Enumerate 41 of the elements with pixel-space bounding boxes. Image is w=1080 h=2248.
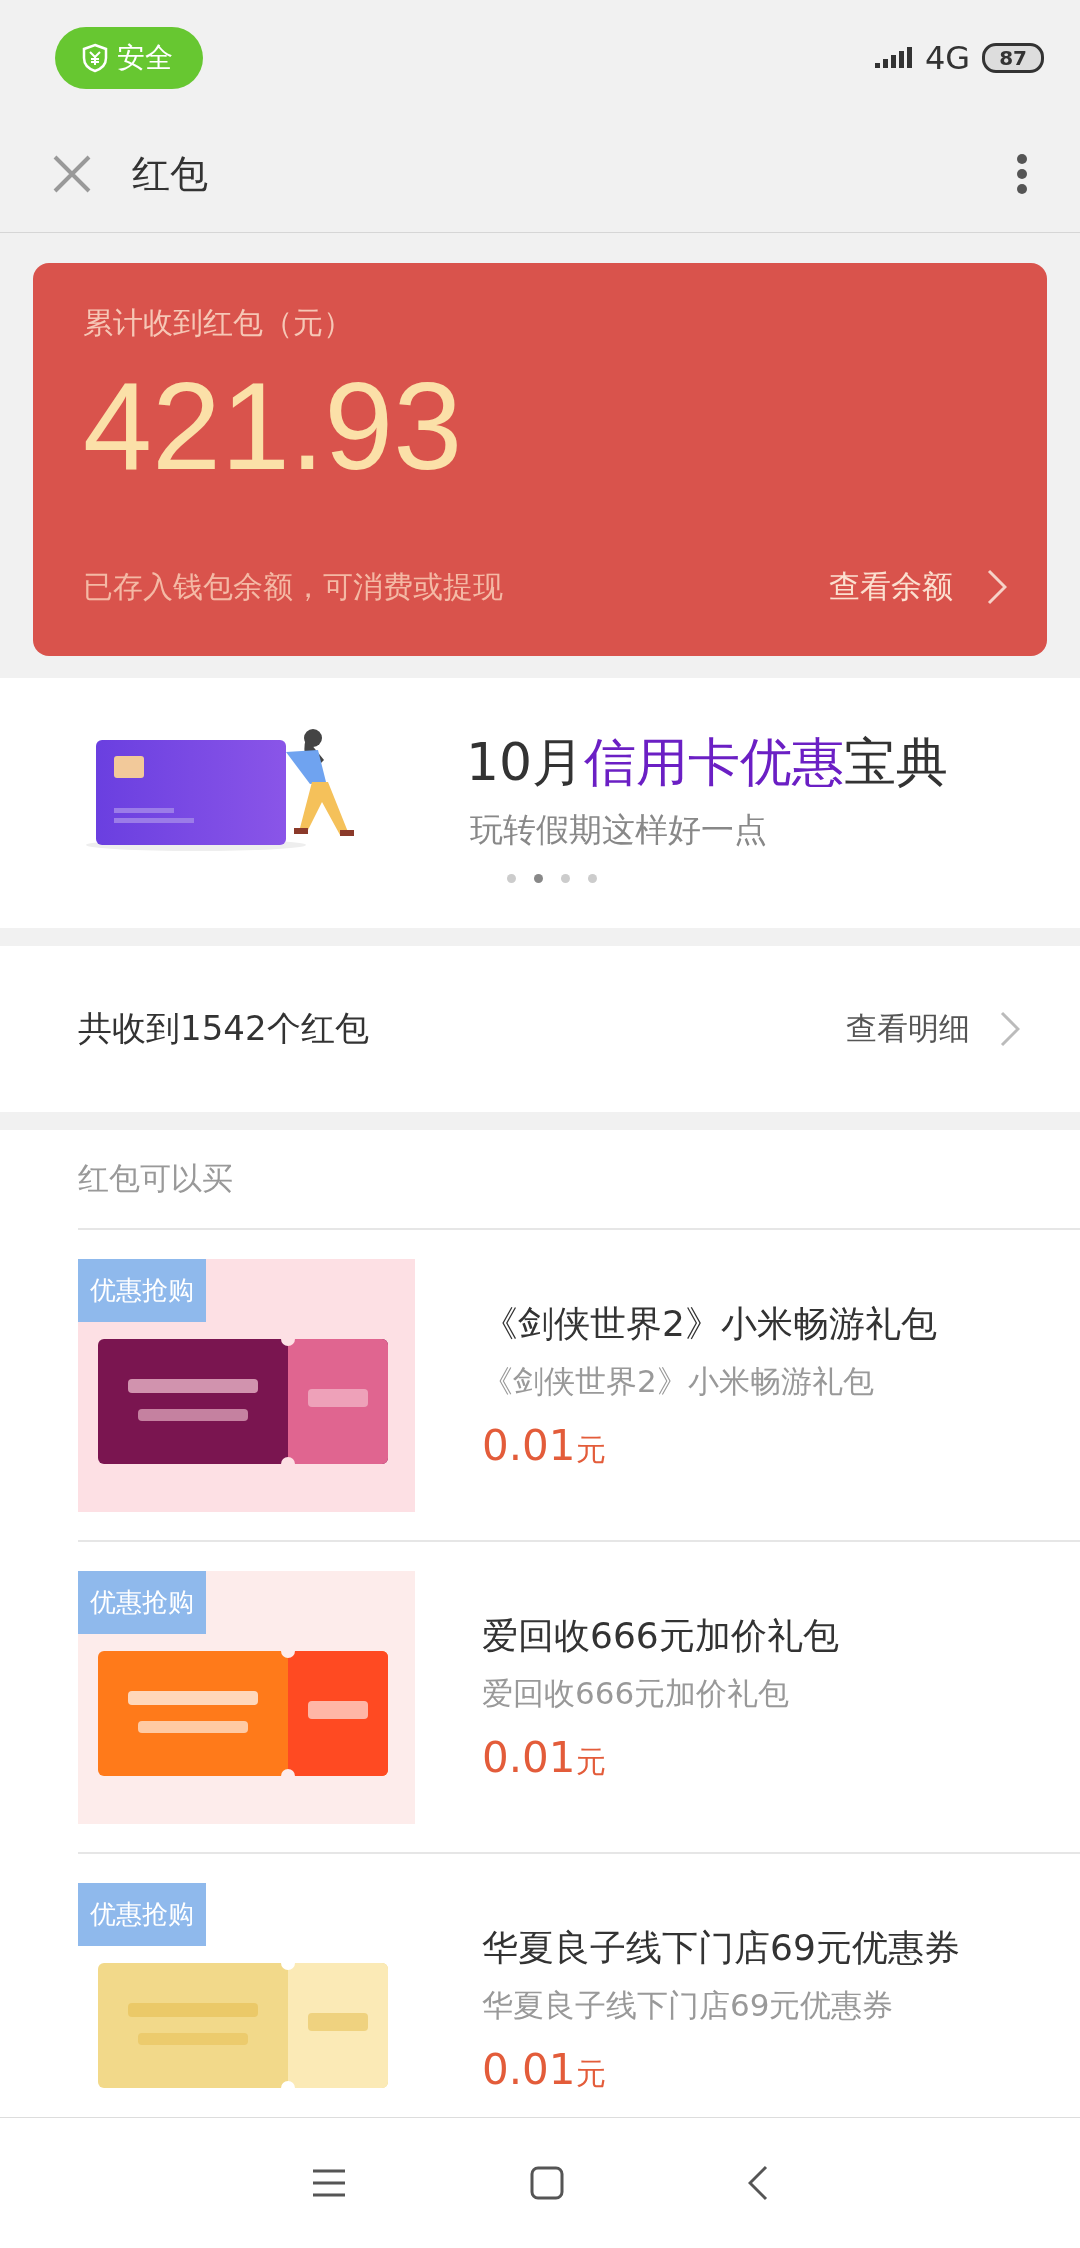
chevron-icon[interactable] xyxy=(1000,1011,1020,1047)
promo-banner[interactable]: 10月 信用卡优惠宝典 玩转假期这样好一点 xyxy=(0,678,1080,928)
product-subtitle: 爱回收666元加价礼包 xyxy=(482,1673,791,1713)
section-heading: 红包可以买 xyxy=(78,1130,1080,1230)
home-icon[interactable] xyxy=(530,2166,564,2200)
product-title: 华夏良子线下门店69元优惠券 xyxy=(482,1925,960,1970)
product-title: 爱回收666元加价礼包 xyxy=(482,1613,839,1658)
signal-icon xyxy=(875,45,913,71)
battery-indicator: 87 xyxy=(982,43,1044,73)
carousel-dot[interactable] xyxy=(507,874,516,883)
view-details-link[interactable]: 查看明细 xyxy=(846,1008,970,1050)
banner-title: 10月 信用卡优惠宝典 xyxy=(466,730,949,794)
product-title: 《剑侠世界2》小米畅游礼包 xyxy=(482,1301,937,1346)
carousel-dot[interactable] xyxy=(534,874,543,883)
total-amount: 421.93 xyxy=(83,364,463,488)
balance-note: 已存入钱包余额，可消费或提现 xyxy=(83,567,503,606)
promo-badge: 优惠抢购 xyxy=(78,1882,206,1946)
carousel-dot[interactable] xyxy=(588,874,597,883)
product-subtitle: 华夏良子线下门店69元优惠券 xyxy=(482,1985,895,2025)
back-icon[interactable] xyxy=(748,2165,768,2201)
close-icon[interactable] xyxy=(52,154,92,194)
shield-icon xyxy=(81,43,109,73)
product-price: 0.01元 xyxy=(482,1732,607,1783)
product-price: 0.01元 xyxy=(482,1420,607,1471)
product-subtitle: 《剑侠世界2》小米畅游礼包 xyxy=(482,1361,875,1401)
total-label: 累计收到红包（元） xyxy=(83,304,353,342)
page-title: 红包 xyxy=(132,150,208,198)
promo-badge: 优惠抢购 xyxy=(78,1570,206,1634)
promo-badge: 优惠抢购 xyxy=(78,1258,206,1322)
more-icon[interactable] xyxy=(1016,154,1028,194)
chevron-icon[interactable] xyxy=(987,569,1007,605)
safe-badge: 安全 xyxy=(55,27,203,89)
product-item[interactable]: 优惠抢购 《剑侠世界2》小米畅游礼包 《剑侠世界2》小米畅游礼包 0.01元 xyxy=(78,1230,1080,1542)
network-label: 4G xyxy=(925,39,971,77)
banner-subtitle: 玩转假期这样好一点 xyxy=(470,808,768,851)
product-item[interactable]: 优惠抢购 爱回收666元加价礼包 爱回收666元加价礼包 0.01元 xyxy=(78,1542,1080,1854)
record-count-row[interactable]: 共收到1542个红包 查看明细 xyxy=(0,946,1080,1112)
product-price: 0.01元 xyxy=(482,2044,607,2095)
carousel-dot[interactable] xyxy=(561,874,570,883)
menu-icon[interactable] xyxy=(312,2169,346,2197)
record-count: 共收到1542个红包 xyxy=(78,1007,369,1050)
